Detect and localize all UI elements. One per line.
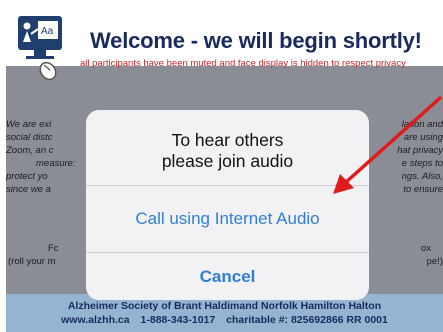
join-audio-dialog: To hear others please join audio Call us… bbox=[86, 110, 369, 300]
footer-charity-number: charitable #: 825692866 RR 0001 bbox=[226, 314, 388, 326]
dialog-title-line: please join audio bbox=[161, 151, 294, 171]
call-using-internet-audio-button[interactable]: Call using Internet Audio bbox=[86, 186, 369, 252]
dialog-title-line: To hear others bbox=[171, 130, 284, 150]
footer-phone: 1-888-343-1017 bbox=[140, 314, 216, 326]
cancel-button[interactable]: Cancel bbox=[86, 253, 369, 300]
computer-presentation-icon: Aa bbox=[18, 16, 62, 81]
slide-title: Welcome - we will begin shortly! bbox=[90, 28, 422, 53]
svg-text:Aa: Aa bbox=[41, 26, 54, 37]
footer-org-name: Alzheimer Society of Brant Haldimand Nor… bbox=[67, 300, 382, 312]
slide-subtitle: all participants have been muted and fac… bbox=[80, 58, 406, 69]
screen: Aa Welcome - we will begin shortly! all … bbox=[0, 0, 443, 332]
dialog-title: To hear others please join audio bbox=[86, 130, 369, 172]
slide-header: Aa Welcome - we will begin shortly! bbox=[6, 6, 443, 81]
footer-website: www.alzhh.ca bbox=[61, 314, 130, 326]
body-line: pe!) bbox=[426, 256, 443, 267]
footer-contact: www.alzhh.ca 1-888-343-1017 charitable #… bbox=[6, 313, 443, 327]
body-line: ox bbox=[420, 243, 431, 254]
slide-bottom-right: ox pe!) bbox=[383, 242, 443, 268]
